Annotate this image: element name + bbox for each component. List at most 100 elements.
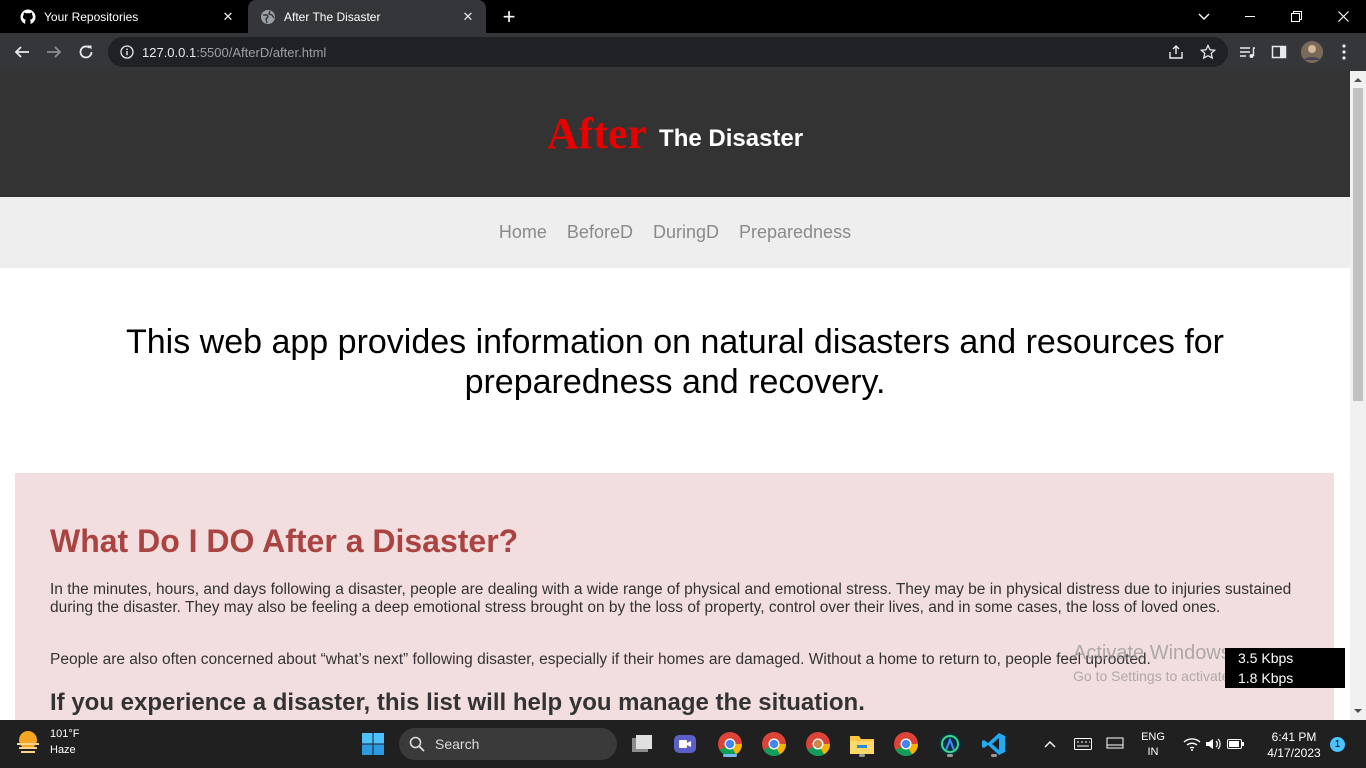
side-panel-button[interactable]: [1265, 38, 1293, 66]
chevron-up-icon: [1044, 741, 1056, 748]
task-view-icon: [632, 735, 652, 752]
more-vertical-icon: [1342, 44, 1346, 60]
arrow-right-icon: [47, 46, 62, 58]
restore-button[interactable]: [1273, 0, 1319, 33]
chevron-down-icon: [1198, 13, 1210, 20]
chrome-icon: [894, 732, 918, 757]
page-scrollbar[interactable]: [1350, 71, 1366, 720]
nav-preparedness[interactable]: Preparedness: [739, 222, 851, 243]
scroll-down-icon: [1354, 709, 1362, 713]
active-indicator: [723, 754, 737, 757]
nav-home[interactable]: Home: [499, 222, 547, 243]
notification-badge[interactable]: 1: [1330, 737, 1345, 752]
running-indicator: [991, 754, 997, 757]
keyboard-tray[interactable]: [1072, 720, 1094, 768]
language-indicator[interactable]: ENG IN: [1138, 730, 1168, 760]
avatar-icon: [1301, 41, 1323, 63]
site-header: After The Disaster: [0, 71, 1350, 197]
taskbar-chrome-active[interactable]: [714, 728, 746, 760]
taskbar-chrome-3[interactable]: [890, 728, 922, 760]
reload-icon: [79, 45, 93, 59]
video-chat-icon: [674, 735, 696, 753]
battery-icon: [1227, 739, 1244, 749]
running-indicator: [947, 754, 953, 757]
folder-icon: [850, 736, 874, 754]
weather-temperature: 101°F: [50, 728, 80, 740]
github-icon: [20, 9, 36, 25]
quick-settings[interactable]: [1180, 720, 1248, 768]
search-label: Search: [435, 736, 480, 752]
tab-after-the-disaster[interactable]: After The Disaster ✕: [248, 0, 486, 33]
chrome-profile-icon: [806, 732, 830, 757]
arrow-left-icon: [14, 46, 29, 58]
section-heading: What Do I DO After a Disaster?: [50, 523, 519, 559]
search-icon: [409, 736, 425, 752]
windows-icon: [362, 733, 384, 755]
scroll-up-icon: [1354, 78, 1362, 82]
taskbar-chrome-profile[interactable]: [802, 728, 834, 760]
tab-strip: Your Repositories ✕ After The Disaster ✕…: [0, 0, 1366, 33]
reload-button[interactable]: [72, 38, 100, 66]
tab-your-repositories[interactable]: Your Repositories ✕: [8, 0, 246, 33]
taskbar-file-explorer[interactable]: [846, 728, 878, 760]
weather-widget[interactable]: 101°F Haze: [14, 726, 79, 758]
tab-search-button[interactable]: [1181, 0, 1227, 33]
taskbar: 101°F Haze Search ENG IN 6:41 PM 4/17/20…: [0, 720, 1366, 768]
taskbar-search[interactable]: Search: [399, 728, 617, 760]
brand-after: After: [546, 108, 648, 158]
system-clock[interactable]: 6:41 PM 4/17/2023: [1258, 729, 1330, 761]
close-tab-icon[interactable]: ✕: [458, 7, 478, 27]
address-bar[interactable]: 127.0.0.1:5500/AfterD/after.html: [108, 37, 1228, 67]
language-code: ENG: [1141, 731, 1165, 743]
volume-icon: [1206, 738, 1221, 750]
upload-speed: 3.5 Kbps: [1238, 650, 1294, 666]
share-icon[interactable]: [1168, 44, 1184, 60]
network-speed-widget: 3.5 Kbps 1.8 Kbps: [1225, 648, 1345, 688]
brand-title: The Disaster: [659, 125, 804, 152]
close-window-button[interactable]: [1320, 0, 1366, 33]
nav-duringd[interactable]: DuringD: [653, 222, 719, 243]
bookmark-star-icon[interactable]: [1200, 44, 1216, 60]
show-hidden-icons[interactable]: [1040, 720, 1060, 768]
section-paragraph-1: In the minutes, hours, and days followin…: [50, 581, 1292, 616]
forward-button[interactable]: [40, 38, 68, 66]
download-speed: 1.8 Kbps: [1238, 670, 1294, 686]
haze-sun-icon: [17, 731, 39, 753]
clock-time: 6:41 PM: [1271, 730, 1317, 744]
taskbar-teams[interactable]: [669, 728, 701, 760]
minimize-button[interactable]: [1227, 0, 1273, 33]
intro-text: This web app provides information on nat…: [125, 323, 1224, 401]
profile-avatar[interactable]: [1298, 38, 1326, 66]
new-tab-button[interactable]: +: [497, 5, 521, 29]
media-control-button[interactable]: [1233, 38, 1261, 66]
browser-toolbar: 127.0.0.1:5500/AfterD/after.html: [0, 33, 1366, 71]
taskbar-vscode[interactable]: [978, 728, 1010, 760]
chrome-menu-button[interactable]: [1330, 38, 1358, 66]
weather-condition: Haze: [50, 744, 76, 756]
chrome-icon: [762, 732, 786, 757]
close-tab-icon[interactable]: ✕: [218, 7, 238, 27]
section-subheading: If you experience a disaster, this list …: [50, 689, 865, 716]
side-panel-icon: [1271, 45, 1287, 59]
page-viewport: After The Disaster Home BeforeD DuringD …: [0, 71, 1350, 720]
display-tray[interactable]: [1104, 720, 1126, 768]
taskbar-android-studio[interactable]: [934, 728, 966, 760]
tab-title: After The Disaster: [284, 9, 381, 24]
scrollbar-thumb[interactable]: [1353, 88, 1363, 401]
wifi-icon: [1183, 738, 1201, 751]
taskbar-chrome-2[interactable]: [758, 728, 790, 760]
running-indicator: [859, 754, 865, 757]
start-button[interactable]: [357, 728, 389, 760]
nav-befored[interactable]: BeforeD: [567, 222, 633, 243]
playlist-icon: [1240, 47, 1255, 58]
back-button[interactable]: [8, 38, 36, 66]
site-nav: Home BeforeD DuringD Preparedness: [0, 197, 1350, 268]
url-text: 127.0.0.1:5500/AfterD/after.html: [142, 44, 327, 60]
monitor-icon: [1106, 737, 1124, 749]
globe-icon: [260, 9, 276, 25]
clock-date: 4/17/2023: [1267, 746, 1321, 760]
tab-title: Your Repositories: [44, 9, 139, 24]
task-view-button[interactable]: [626, 728, 658, 760]
keyboard-icon: [1074, 738, 1092, 750]
info-icon[interactable]: [120, 45, 134, 59]
